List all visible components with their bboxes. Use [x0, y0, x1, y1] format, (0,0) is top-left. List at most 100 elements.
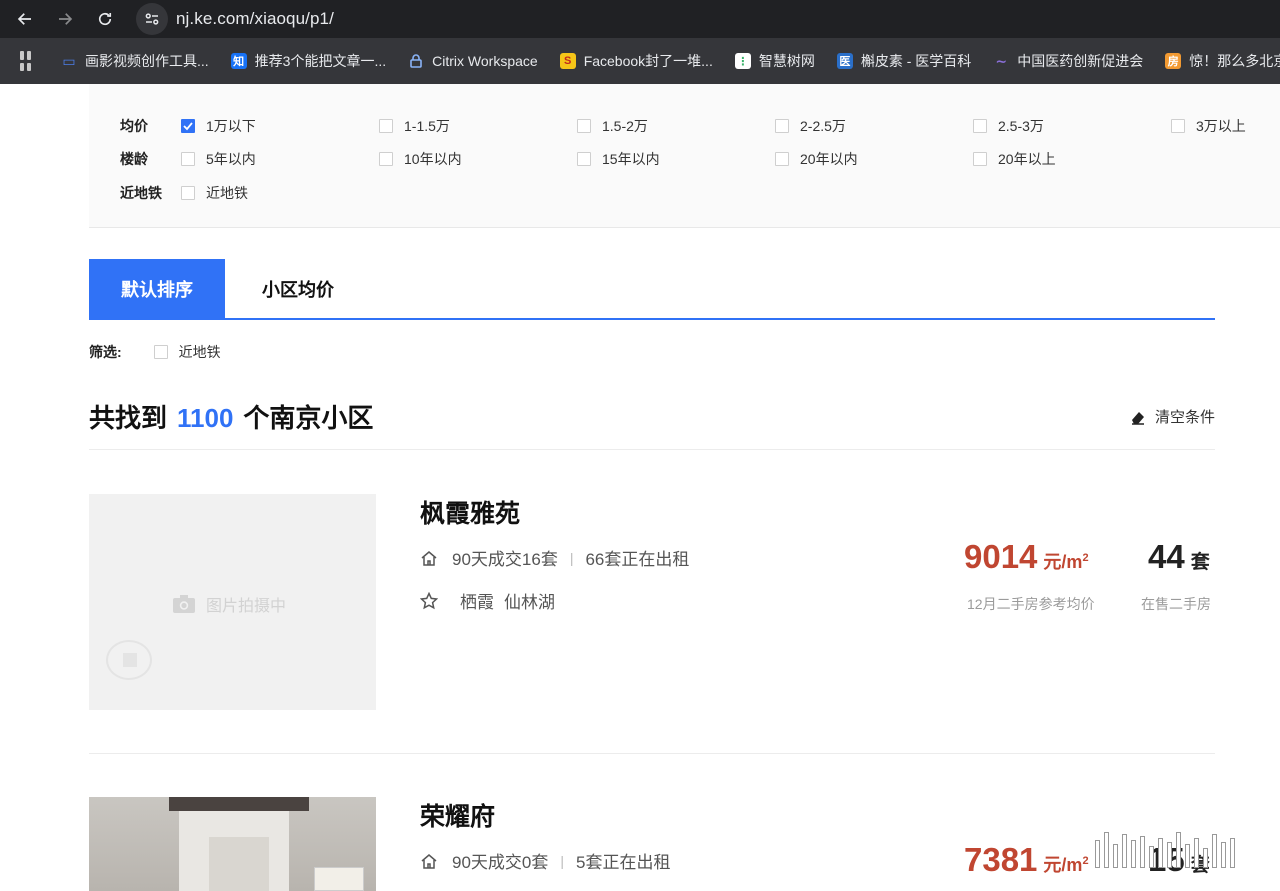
avg-price-label: 12月二手房参考均价 — [967, 596, 1095, 612]
checkbox-icon[interactable] — [973, 152, 987, 166]
list-item[interactable]: 荣耀府 90天成交0套 | 5套正在出租 7381 元/m2 15 套 — [89, 797, 1215, 891]
filter-option[interactable]: 1万以下 — [181, 116, 256, 136]
filter-option[interactable]: 5年以内 — [181, 149, 256, 169]
bookmark-label: Citrix Workspace — [432, 53, 538, 69]
home-icon — [421, 853, 437, 869]
photo-poster — [314, 867, 364, 891]
bookmark-item[interactable]: ∼ 中国医药创新促进会 — [993, 51, 1143, 71]
filter-option[interactable]: 3万以上 — [1171, 116, 1246, 136]
forward-icon[interactable] — [53, 7, 77, 31]
reload-icon[interactable] — [93, 7, 117, 31]
checkbox-icon[interactable] — [379, 119, 393, 133]
on-sale-unit: 套 — [1190, 552, 1210, 573]
filter-option[interactable]: 10年以内 — [379, 149, 462, 169]
photo-beam — [169, 797, 309, 811]
image-placeholder: 图片拍摄中 — [172, 592, 286, 616]
filter-option-label: 近地铁 — [206, 185, 248, 201]
result-header: 共找到 1100 个南京小区 清空条件 — [89, 398, 1215, 450]
checkbox-icon[interactable] — [181, 152, 195, 166]
vr-tour-icon[interactable] — [106, 640, 152, 680]
filter-option-label: 3万以上 — [1196, 118, 1246, 134]
bookmark-item[interactable]: 知 推荐3个能把文章一... — [230, 51, 386, 71]
filter-label-age: 楼龄 — [120, 151, 148, 167]
checkbox-icon[interactable] — [153, 345, 168, 359]
rent-count[interactable]: 66套正在出租 — [585, 545, 689, 570]
medical-icon: 医 — [836, 53, 853, 69]
url-text[interactable]: nj.ke.com/xiaoqu/p1/ — [176, 9, 334, 29]
eraser-icon — [1131, 411, 1144, 425]
filter-option[interactable]: 近地铁 — [181, 183, 248, 203]
avg-price: 7381 元/m2 — [964, 841, 1089, 879]
zhihuishu-icon: ⋮ — [734, 53, 751, 69]
checkbox-icon[interactable] — [775, 119, 789, 133]
filter-option-label: 20年以上 — [998, 151, 1056, 167]
filter-option-label: 1万以下 — [206, 118, 256, 134]
rent-count[interactable]: 5套正在出租 — [576, 848, 670, 873]
on-sale-count[interactable]: 44 套 — [1148, 538, 1210, 576]
community-name[interactable]: 荣耀府 — [420, 797, 495, 833]
bookmark-item[interactable]: S Facebook封了一堆... — [559, 51, 713, 71]
screen-row: 筛选: 近地铁 — [89, 341, 221, 363]
tab-default-sort[interactable]: 默认排序 — [89, 259, 225, 318]
deals-90-days[interactable]: 90天成交0套 — [452, 848, 548, 873]
result-count: 1100 — [177, 403, 234, 433]
star-icon — [420, 591, 438, 609]
site-info-icon[interactable] — [136, 3, 168, 35]
bookmark-item[interactable]: 医 槲皮素 - 医学百科 — [836, 51, 971, 71]
filter-option[interactable]: 1.5-2万 — [577, 116, 648, 136]
checkbox-icon[interactable] — [775, 152, 789, 166]
filter-row-price: 均价 1万以下 1-1.5万 1.5-2万 2-2.5万 2.5-3万 3万以上 — [89, 116, 1280, 136]
checkbox-checked-icon[interactable] — [181, 119, 195, 133]
avg-price-unit: 元/m2 — [1043, 552, 1089, 572]
back-icon[interactable] — [13, 7, 37, 31]
bookmark-item[interactable]: ⋮ 智慧树网 — [734, 51, 815, 71]
avg-price-value: 7381 — [964, 841, 1038, 878]
result-count-title: 共找到 1100 个南京小区 — [89, 398, 373, 435]
filter-label-price: 均价 — [120, 118, 148, 134]
sort-tabs: 默认排序 小区均价 — [89, 259, 1215, 320]
video-tool-icon: ▭ — [62, 52, 76, 69]
filter-option[interactable]: 2.5-3万 — [973, 116, 1044, 136]
apps-grid-icon[interactable] — [20, 51, 31, 71]
bookmark-label: 画影视频创作工具... — [85, 53, 209, 69]
camera-icon — [173, 595, 195, 613]
filter-option[interactable]: 20年以上 — [973, 149, 1056, 169]
filter-option-label: 1.5-2万 — [602, 118, 648, 134]
listing-stats: 90天成交0套 | 5套正在出租 — [420, 848, 670, 873]
checkbox-icon[interactable] — [1171, 119, 1185, 133]
checkbox-icon[interactable] — [577, 119, 591, 133]
result-prefix: 共找到 — [89, 403, 168, 433]
address-bar[interactable]: nj.ke.com/xiaoqu/p1/ — [136, 2, 1276, 36]
filter-option-label: 20年以内 — [800, 151, 858, 167]
filter-option[interactable]: 15年以内 — [577, 149, 660, 169]
bookmark-item[interactable]: ▭ 画影视频创作工具... — [61, 51, 209, 71]
image-placeholder-text: 图片拍摄中 — [206, 598, 287, 615]
list-item[interactable]: 图片拍摄中 枫霞雅苑 90天成交16套 | 66套正在出租 栖霞 仙林湖 901… — [89, 494, 1215, 754]
stat-divider: | — [560, 852, 565, 869]
filter-option-label: 15年以内 — [602, 151, 660, 167]
stat-divider: | — [569, 549, 574, 566]
community-name[interactable]: 枫霞雅苑 — [420, 494, 520, 530]
checkbox-icon[interactable] — [577, 152, 591, 166]
screen-option[interactable]: 近地铁 — [153, 342, 221, 362]
checkbox-icon[interactable] — [973, 119, 987, 133]
listing-thumbnail[interactable] — [89, 797, 376, 891]
filter-option[interactable]: 20年以内 — [775, 149, 858, 169]
watermark — [1095, 832, 1235, 868]
checkbox-icon[interactable] — [379, 152, 393, 166]
photo-stair — [209, 837, 269, 891]
bookmark-item[interactable]: Citrix Workspace — [408, 53, 538, 69]
tab-avg-price[interactable]: 小区均价 — [225, 259, 371, 318]
checkbox-icon[interactable] — [181, 186, 195, 200]
area-link[interactable]: 仙林湖 — [504, 588, 555, 613]
filter-option[interactable]: 2-2.5万 — [775, 116, 846, 136]
clear-filters-button[interactable]: 清空条件 — [1129, 406, 1215, 427]
bookmark-item[interactable]: 房 惊！那么多北京人 — [1165, 51, 1280, 71]
listing-thumbnail[interactable]: 图片拍摄中 — [89, 494, 376, 710]
district-link[interactable]: 栖霞 — [460, 588, 494, 613]
filter-option[interactable]: 1-1.5万 — [379, 116, 450, 136]
deals-90-days[interactable]: 90天成交16套 — [452, 545, 558, 570]
s-logo-icon: S — [559, 53, 576, 69]
browser-toolbar: nj.ke.com/xiaoqu/p1/ — [0, 0, 1280, 38]
pharma-icon: ∼ — [995, 52, 1008, 69]
